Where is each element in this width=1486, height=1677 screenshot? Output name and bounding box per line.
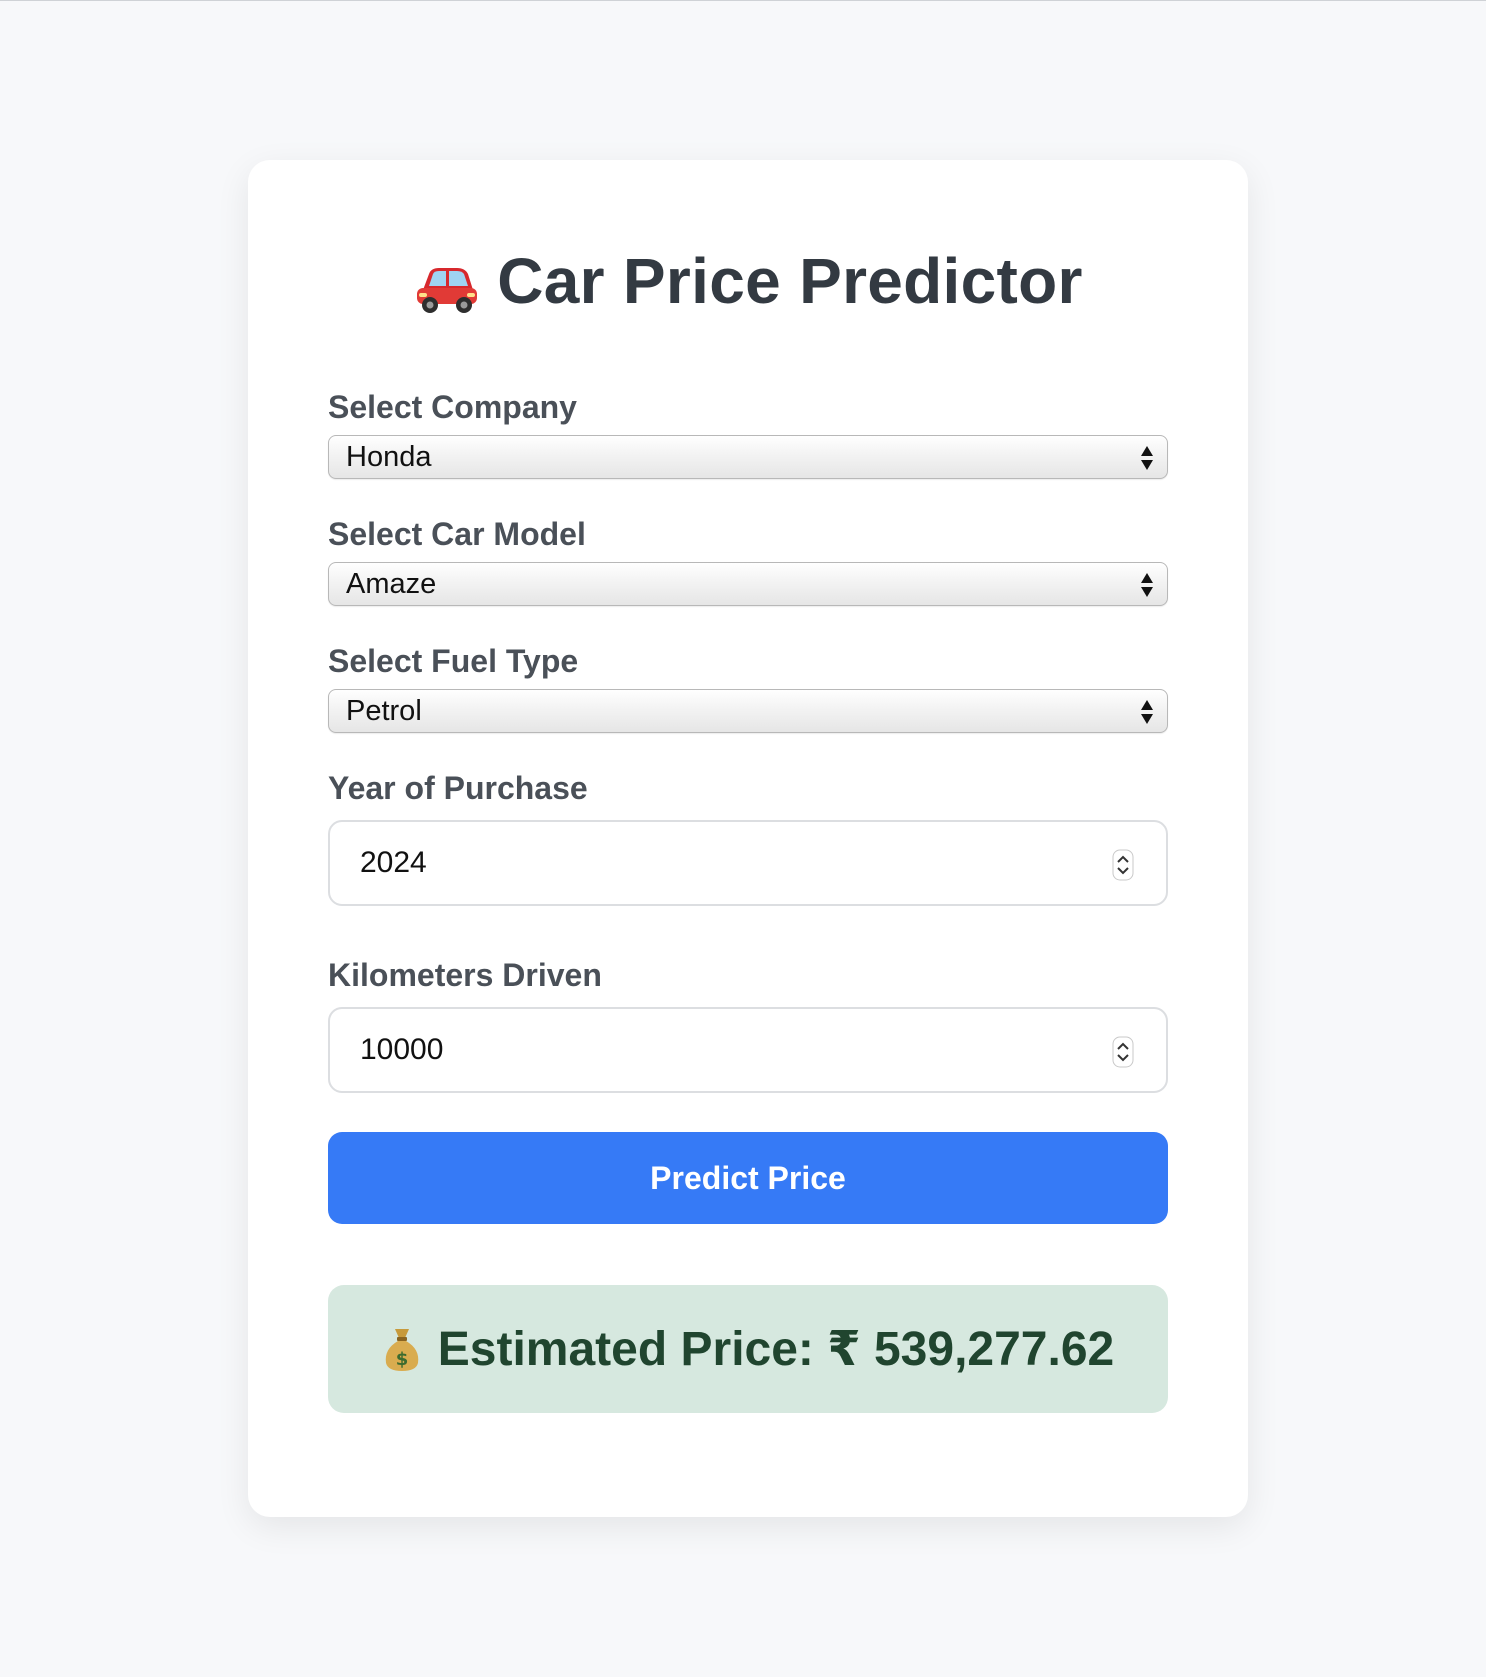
model-field: Select Car Model Amaze	[328, 514, 1168, 606]
year-label: Year of Purchase	[328, 770, 588, 806]
predictor-card: Car Price Predictor Select Company Honda…	[248, 160, 1248, 1517]
company-select-value: Honda	[346, 440, 432, 473]
select-arrows-icon	[1139, 697, 1155, 727]
km-input-value: 10000	[360, 1033, 444, 1066]
fuel-select-value: Petrol	[346, 694, 422, 727]
model-select[interactable]: Amaze	[328, 562, 1168, 606]
fuel-label: Select Fuel Type	[328, 643, 579, 679]
title-text: Car Price Predictor	[497, 245, 1083, 317]
km-label: Kilometers Driven	[328, 957, 602, 993]
stepper-icon[interactable]	[1112, 849, 1134, 881]
predict-price-button[interactable]: Predict Price	[328, 1132, 1168, 1224]
estimated-price: Estimated Price: ₹ 539,277.62	[437, 1323, 1115, 1376]
model-label: Select Car Model	[328, 516, 586, 552]
km-field: Kilometers Driven 10000	[328, 955, 1168, 1093]
page-title: Car Price Predictor	[328, 238, 1168, 324]
money-bag-icon: $	[382, 1325, 422, 1373]
km-input[interactable]: 10000	[328, 1007, 1168, 1093]
model-select-value: Amaze	[346, 567, 437, 600]
select-arrows-icon	[1139, 443, 1155, 473]
company-select[interactable]: Honda	[328, 435, 1168, 479]
year-input[interactable]: 2024	[328, 820, 1168, 906]
stepper-icon[interactable]	[1112, 1036, 1134, 1068]
year-field: Year of Purchase 2024	[328, 768, 1168, 906]
year-input-value: 2024	[360, 846, 427, 879]
select-arrows-icon	[1139, 570, 1155, 600]
car-icon	[413, 255, 481, 313]
fuel-select[interactable]: Petrol	[328, 689, 1168, 733]
fuel-field: Select Fuel Type Petrol	[328, 641, 1168, 733]
svg-text:$: $	[396, 1349, 409, 1370]
result-box: $ Estimated Price: ₹ 539,277.62	[328, 1285, 1168, 1413]
company-field: Select Company Honda	[328, 387, 1168, 479]
company-label: Select Company	[328, 389, 577, 425]
